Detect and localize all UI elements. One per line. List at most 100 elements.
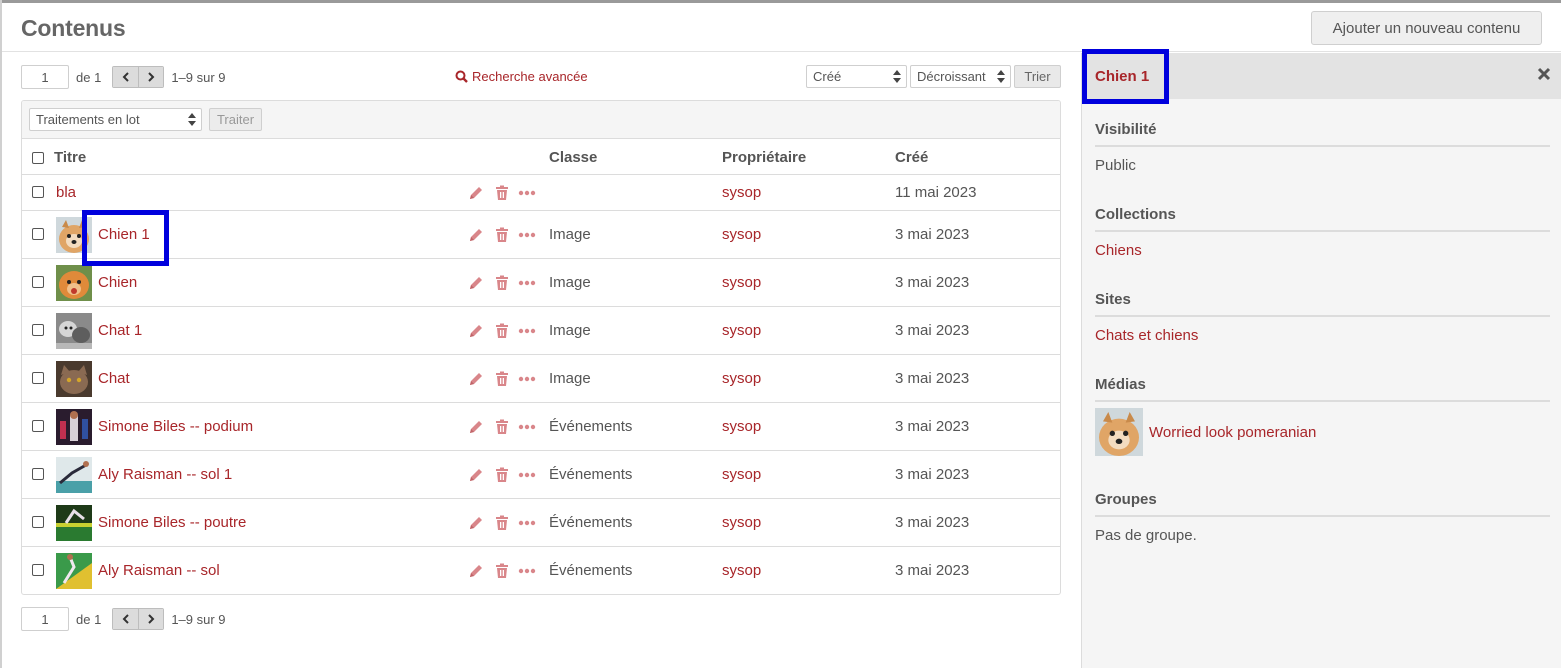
more-options-icon[interactable] xyxy=(518,520,536,526)
batch-action-select[interactable]: Traitements en lot xyxy=(29,108,202,131)
batch-apply-button[interactable]: Traiter xyxy=(209,108,262,131)
more-options-icon[interactable] xyxy=(518,424,536,430)
row-checkbox[interactable] xyxy=(32,564,44,576)
row-title-link[interactable]: Aly Raisman -- sol xyxy=(98,562,220,579)
row-owner-link[interactable]: sysop xyxy=(722,274,761,291)
row-created-date: 3 mai 2023 xyxy=(895,274,970,291)
row-checkbox[interactable] xyxy=(32,228,44,240)
row-owner-link[interactable]: sysop xyxy=(722,370,761,387)
row-title-link[interactable]: bla xyxy=(56,184,76,201)
row-title-link[interactable]: Simone Biles -- podium xyxy=(98,418,253,435)
row-checkbox[interactable] xyxy=(32,276,44,288)
sort-order-value: Décroissant xyxy=(917,69,986,84)
previous-page-button[interactable] xyxy=(113,67,139,87)
pencil-icon[interactable] xyxy=(468,515,484,531)
add-content-button[interactable]: Ajouter un nouveau contenu xyxy=(1311,11,1542,45)
trash-icon[interactable] xyxy=(494,419,510,435)
pager-nav xyxy=(112,66,165,88)
row-title-link[interactable]: Chat 1 xyxy=(98,322,142,339)
sort-order-select[interactable]: Décroissant xyxy=(910,65,1011,88)
select-all-checkbox[interactable] xyxy=(32,152,44,164)
trash-icon[interactable] xyxy=(494,563,510,579)
page-title: Contenus xyxy=(21,15,126,41)
media-link[interactable]: Worried look pomeranian xyxy=(1149,424,1316,441)
row-class: Image xyxy=(549,370,591,387)
more-options-icon[interactable] xyxy=(518,190,536,196)
previous-page-button[interactable] xyxy=(113,609,139,629)
row-owner-link[interactable]: sysop xyxy=(722,322,761,339)
trash-icon[interactable] xyxy=(494,227,510,243)
row-owner-link[interactable]: sysop xyxy=(722,562,761,579)
next-page-button[interactable] xyxy=(138,609,164,629)
row-checkbox[interactable] xyxy=(32,516,44,528)
details-panel: Chien 1 Visibilité Public Collections Ch… xyxy=(1081,49,1561,668)
select-arrows-icon xyxy=(997,70,1005,83)
column-header-created[interactable]: Créé xyxy=(895,149,928,166)
row-title-link[interactable]: Simone Biles -- poutre xyxy=(98,514,246,531)
table-row: Chat 1 Image sysop 3 mai 2023 xyxy=(22,307,1060,355)
page-count-label: de 1 xyxy=(76,611,102,627)
row-checkbox[interactable] xyxy=(32,468,44,480)
table-row: Simone Biles -- podium Événements sysop … xyxy=(22,403,1060,451)
pencil-icon[interactable] xyxy=(468,419,484,435)
row-created-date: 3 mai 2023 xyxy=(895,562,970,579)
row-title-link[interactable]: Chat xyxy=(98,370,130,387)
row-owner-link[interactable]: sysop xyxy=(722,226,761,243)
more-options-icon[interactable] xyxy=(518,280,536,286)
row-owner-link[interactable]: sysop xyxy=(722,418,761,435)
row-owner-link[interactable]: sysop xyxy=(722,184,761,201)
result-range-label: 1–9 sur 9 xyxy=(171,611,226,627)
table-row: Aly Raisman -- sol Événements sysop 3 ma… xyxy=(22,547,1060,594)
column-header-owner[interactable]: Propriétaire xyxy=(722,149,806,166)
row-title-link[interactable]: Aly Raisman -- sol 1 xyxy=(98,466,232,483)
row-checkbox[interactable] xyxy=(32,372,44,384)
trash-icon[interactable] xyxy=(494,275,510,291)
row-checkbox[interactable] xyxy=(32,186,44,198)
more-options-icon[interactable] xyxy=(518,232,536,238)
pencil-icon[interactable] xyxy=(468,323,484,339)
balance-beam-thumbnail xyxy=(56,505,92,541)
pencil-icon[interactable] xyxy=(468,227,484,243)
trash-icon[interactable] xyxy=(494,185,510,201)
advanced-search-link[interactable]: Recherche avancée xyxy=(455,69,588,84)
pencil-icon[interactable] xyxy=(468,275,484,291)
next-page-button[interactable] xyxy=(138,67,164,87)
trash-icon[interactable] xyxy=(494,515,510,531)
collection-link[interactable]: Chiens xyxy=(1095,242,1142,259)
row-class: Image xyxy=(549,274,591,291)
row-checkbox[interactable] xyxy=(32,420,44,432)
row-class: Image xyxy=(549,322,591,339)
media-thumbnail[interactable] xyxy=(1095,408,1143,456)
pencil-icon[interactable] xyxy=(468,467,484,483)
more-options-icon[interactable] xyxy=(518,568,536,574)
row-owner-link[interactable]: sysop xyxy=(722,466,761,483)
pencil-icon[interactable] xyxy=(468,185,484,201)
row-actions xyxy=(468,275,536,291)
more-options-icon[interactable] xyxy=(518,472,536,478)
table-row: Chat Image sysop 3 mai 2023 xyxy=(22,355,1060,403)
page-header: Contenus Ajouter un nouveau contenu xyxy=(2,3,1561,52)
site-link[interactable]: Chats et chiens xyxy=(1095,327,1198,344)
pencil-icon[interactable] xyxy=(468,563,484,579)
close-icon[interactable] xyxy=(1537,67,1551,81)
row-created-date: 3 mai 2023 xyxy=(895,466,970,483)
more-options-icon[interactable] xyxy=(518,328,536,334)
page-number-input[interactable] xyxy=(21,607,69,631)
grey-cat-thumbnail xyxy=(56,361,92,397)
row-owner-link[interactable]: sysop xyxy=(722,514,761,531)
trash-icon[interactable] xyxy=(494,371,510,387)
page-number-input[interactable] xyxy=(21,65,69,89)
chevron-left-icon xyxy=(122,614,129,624)
trash-icon[interactable] xyxy=(494,467,510,483)
trash-icon[interactable] xyxy=(494,323,510,339)
more-options-icon[interactable] xyxy=(518,376,536,382)
sort-button[interactable]: Trier xyxy=(1014,65,1061,88)
row-title-link[interactable]: Chien 1 xyxy=(98,226,150,243)
row-checkbox[interactable] xyxy=(32,324,44,336)
pencil-icon[interactable] xyxy=(468,371,484,387)
column-header-title[interactable]: Titre xyxy=(54,149,86,166)
row-title-link[interactable]: Chien xyxy=(98,274,137,291)
pager-bottom: de 1 1–9 sur 9 xyxy=(21,607,226,631)
sort-field-select[interactable]: Créé xyxy=(806,65,907,88)
column-header-class[interactable]: Classe xyxy=(549,149,597,166)
